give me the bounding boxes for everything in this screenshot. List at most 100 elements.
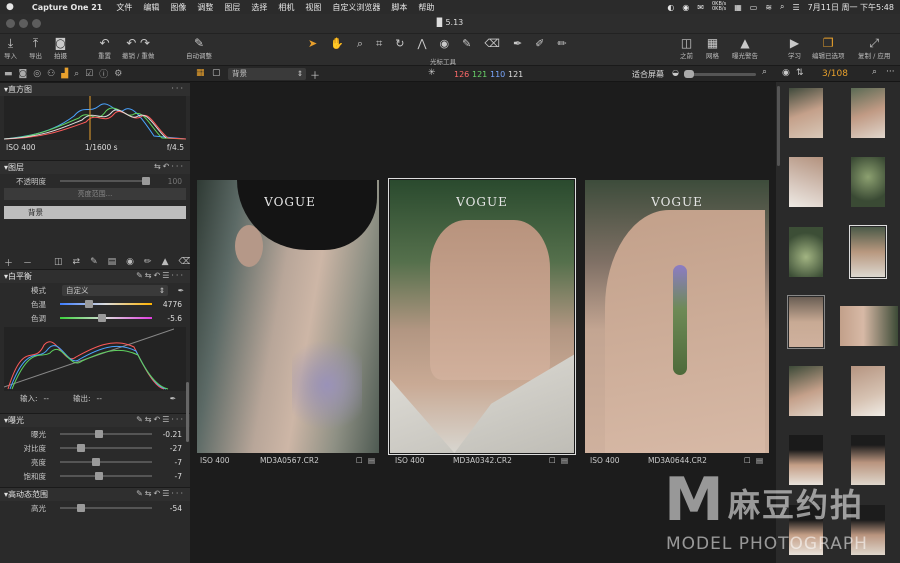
exposure-tools-icon[interactable]: ✎⇆↶☰··· [136, 415, 185, 424]
reset-button[interactable]: ↶ 重置 [98, 36, 111, 60]
keystone-tool-icon[interactable]: ⋀ [418, 37, 427, 51]
slider-knob[interactable] [76, 444, 85, 452]
adjustments-tab-icon[interactable]: ☑ [85, 69, 93, 79]
eyedropper-icon[interactable]: ✒ [178, 286, 184, 295]
hdr-tools-icon[interactable]: ✎⇆↶☰··· [136, 489, 185, 498]
menu-view[interactable]: 视图 [305, 2, 321, 13]
mode-select[interactable]: 自定义 ⇕ [62, 285, 168, 296]
checkbox-icon[interactable]: ☐ [549, 456, 556, 465]
fill-icon[interactable]: ▲ [162, 257, 169, 267]
radial-icon[interactable]: ◉ [126, 257, 134, 267]
capture-tab-icon[interactable]: ◙ [19, 69, 28, 79]
layer-tools-icon[interactable]: ⇆↶··· [154, 162, 185, 171]
export-button[interactable]: ⤒ 导出 [29, 36, 42, 60]
menu-select[interactable]: 选择 [251, 2, 267, 13]
multi-view-icon[interactable]: ▦ [196, 68, 205, 78]
thumbnail[interactable] [851, 157, 885, 207]
more-icon[interactable]: ··· [171, 84, 185, 93]
color-tab-icon[interactable]: ⚇ [47, 69, 55, 79]
menu-file[interactable]: 文件 [116, 2, 132, 13]
exposure-slider[interactable] [60, 430, 152, 438]
grid-icon[interactable]: ▦ [734, 3, 742, 12]
exposure-header[interactable]: ▾ 曝光 ✎⇆↶☰··· [0, 413, 190, 427]
thumbnail[interactable] [840, 306, 898, 346]
fit-label[interactable]: 适合屏幕 [632, 69, 664, 80]
rotate-tool-icon[interactable]: ↻ [395, 37, 404, 51]
variant-icon[interactable]: ▤ [561, 456, 568, 465]
metadata-tab-icon[interactable]: ⓘ [99, 67, 108, 80]
learn-button[interactable]: ▶ 学习 [788, 36, 801, 60]
mask-icon[interactable]: ◫ [54, 257, 63, 267]
app-menu[interactable]: Capture One 21 [32, 3, 103, 12]
slider-knob[interactable] [684, 70, 694, 78]
menu-layer[interactable]: 图层 [224, 2, 240, 13]
checkbox-icon[interactable]: ☐ [744, 456, 751, 465]
slider-knob[interactable] [76, 504, 85, 512]
menu-custom-browser[interactable]: 自定义浏览器 [332, 2, 380, 13]
add-icon[interactable]: ＋ [310, 67, 320, 82]
add-layer-icon[interactable]: ＋ [4, 256, 13, 269]
thumbnail[interactable] [789, 88, 823, 138]
exposure-warning-button[interactable]: ▲ 曝光警告 [732, 36, 758, 60]
wb-picker-icon[interactable]: ✐ [535, 37, 544, 51]
swap-icon[interactable]: ⇄ [73, 257, 81, 267]
wb-tools-icon[interactable]: ✎⇆↶☰··· [136, 271, 185, 280]
thumbnail[interactable] [789, 157, 823, 207]
browser-scrollbar[interactable] [777, 86, 780, 166]
photo-3[interactable]: VOGUE [585, 180, 769, 453]
picker-tool-icon[interactable]: ✒ [513, 37, 522, 51]
undo-redo-button[interactable]: ↶ ↷ 撤销 / 重做 [122, 36, 154, 60]
slider-knob[interactable] [95, 472, 104, 480]
exposure-tab-icon[interactable]: ▟ [61, 69, 68, 79]
thumbnail[interactable] [851, 88, 885, 138]
before-button[interactable]: ◫ 之前 [680, 36, 693, 60]
eraser-tool-icon[interactable]: ⌫ [484, 37, 500, 51]
sort-icon[interactable]: ⇅ [796, 68, 804, 78]
layer-row-background[interactable]: 背景 [4, 206, 186, 219]
tint-slider[interactable] [60, 314, 152, 322]
highlight-value[interactable]: -54 [170, 504, 182, 513]
wifi-icon[interactable]: ≋ [765, 3, 772, 12]
wb-header[interactable]: ▾ 白平衡 ✎⇆↶☰··· [0, 269, 190, 283]
copy-apply-button[interactable]: ⤢ 复制 / 应用 [858, 36, 890, 60]
temperature-slider[interactable] [60, 300, 152, 308]
loupe-tool-icon[interactable]: ⌕ [357, 37, 363, 51]
slider-knob[interactable] [97, 314, 106, 322]
single-view-icon[interactable]: ▢ [212, 68, 221, 78]
tint-value[interactable]: -5.6 [167, 314, 182, 323]
remove-layer-icon[interactable]: － [23, 256, 32, 269]
eye-icon[interactable]: ◉ [782, 68, 790, 78]
edit-selected-button[interactable]: ❐ 编辑已选项 [812, 36, 845, 60]
photo-1[interactable]: VOGUE [197, 180, 379, 453]
opacity-slider[interactable] [60, 177, 150, 185]
search-icon[interactable]: ⌕ [780, 2, 784, 12]
menu-camera[interactable]: 相机 [278, 2, 294, 13]
control-center-icon[interactable]: ☰ [793, 3, 800, 12]
menu-script[interactable]: 脚本 [391, 2, 407, 13]
exposure-value[interactable]: -0.21 [163, 430, 182, 439]
contrast-slider[interactable] [60, 444, 152, 452]
luma-range-button[interactable]: 亮度范围... [4, 188, 186, 200]
brush-tool-icon[interactable]: ✎ [462, 37, 471, 51]
opacity-value[interactable]: 100 [168, 177, 182, 186]
temperature-value[interactable]: 4776 [163, 300, 182, 309]
curve-picker-icon[interactable]: ✒ [170, 394, 176, 403]
select-tool-icon[interactable]: ➤ [308, 37, 317, 51]
details-tab-icon[interactable]: ⌕ [74, 69, 79, 79]
highlight-slider[interactable] [60, 504, 152, 512]
gradient-icon[interactable]: ▤ [108, 257, 117, 267]
pen-icon[interactable]: ✏ [144, 257, 152, 267]
lens-tab-icon[interactable]: ◎ [33, 69, 41, 79]
import-button[interactable]: ⤓ 导入 [4, 36, 17, 60]
brush-icon[interactable]: ✎ [90, 257, 98, 267]
thumbnail[interactable] [849, 225, 887, 279]
panel-scrollbar[interactable] [186, 382, 189, 442]
brightness-slider[interactable] [60, 458, 152, 466]
thumbnail[interactable] [789, 227, 823, 277]
slider-knob[interactable] [85, 300, 94, 308]
curve-graph[interactable] [3, 327, 186, 391]
search-icon[interactable]: ⌕ [872, 67, 877, 77]
grid-button[interactable]: ▦ 网格 [706, 36, 719, 60]
slider-knob[interactable] [142, 177, 150, 185]
status-icon[interactable]: ✉ [697, 3, 704, 12]
